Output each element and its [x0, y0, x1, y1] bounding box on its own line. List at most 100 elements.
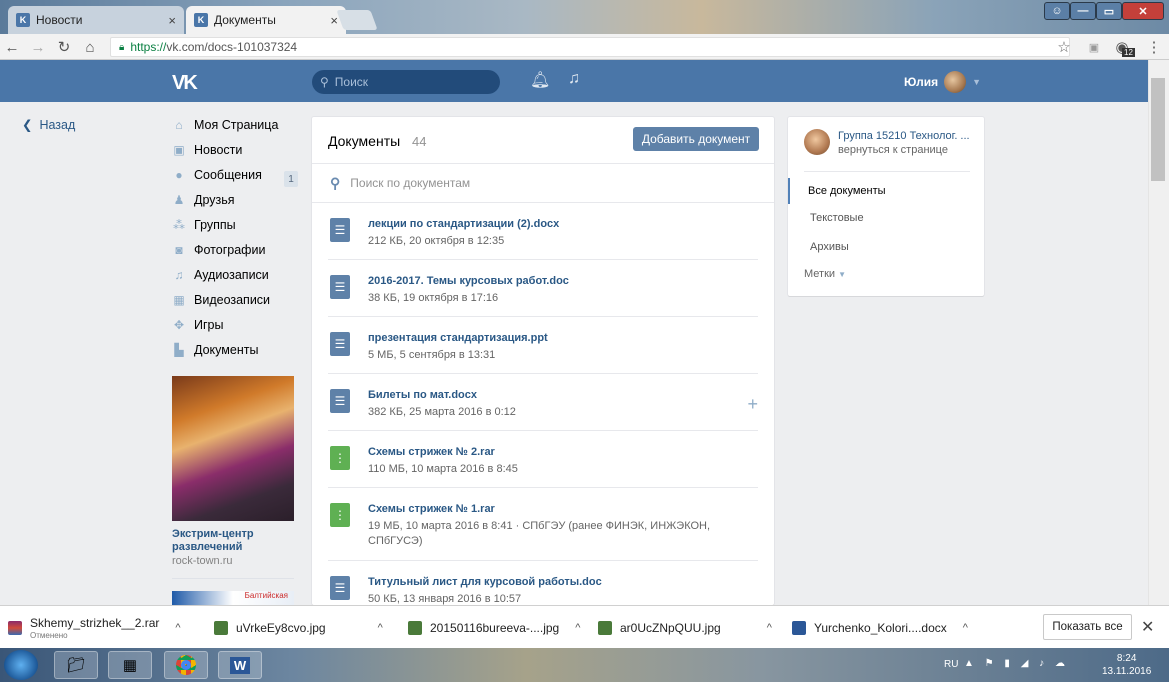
chevron-up-icon[interactable]: ^ — [767, 622, 772, 634]
sidebar-item-news[interactable]: ▣ Новости — [172, 143, 242, 157]
url-bar[interactable]: 🔒︎ https://vk.com/docs-101037324 — [110, 37, 1070, 57]
search-icon: ⚲ — [330, 174, 341, 191]
list-item[interactable]: ☰ Титульный лист для курсовой работы.doc… — [312, 561, 774, 605]
avatar[interactable] — [804, 129, 830, 155]
document-name[interactable]: 2016-2017. Темы курсовых работ.doc — [368, 275, 569, 287]
download-item[interactable]: uVrkeEy8cvo.jpg ^ — [214, 606, 383, 649]
back-link[interactable]: ❮ Назад — [22, 117, 75, 132]
download-item[interactable]: Yurchenko_Kolori....docx ^ — [792, 606, 968, 649]
ad-site[interactable]: rock-town.ru — [172, 555, 233, 567]
close-icon[interactable]: × — [330, 13, 338, 28]
document-name[interactable]: презентация стандартизация.ppt — [368, 332, 548, 344]
sidebar-item-audio[interactable]: ♫ Аудиозаписи — [172, 268, 269, 282]
document-meta: 38 КБ, 19 октября в 17:16 — [368, 292, 499, 304]
tab-news[interactable]: K Новости × — [8, 6, 184, 34]
sidebar-item-documents[interactable]: ▙ Документы — [172, 343, 258, 357]
home-button-icon[interactable]: ⌂ — [82, 38, 98, 56]
language-indicator[interactable]: RU — [944, 659, 958, 670]
media-icon[interactable]: ▦ — [108, 651, 152, 679]
new-tab-button[interactable] — [336, 10, 378, 30]
explorer-icon[interactable]: 📁︎ — [54, 651, 98, 679]
sidebar-item-messages[interactable]: ● Сообщения — [172, 168, 261, 182]
music-player-icon[interactable]: ♫ — [568, 70, 580, 88]
back-arrow-icon[interactable]: ← — [4, 38, 20, 56]
list-item[interactable]: ☰ презентация стандартизация.ppt 5 МБ, 5… — [312, 317, 774, 374]
ad-image[interactable] — [172, 376, 294, 521]
start-button[interactable] — [4, 650, 38, 680]
add-document-button[interactable]: Добавить документ — [633, 127, 759, 151]
close-icon[interactable]: ✕ — [1141, 617, 1154, 637]
address-toolbar: ← → ↻ ⌂ 🔒︎ https://vk.com/docs-101037324… — [0, 34, 1169, 60]
search-placeholder: Поиск по документам — [350, 176, 471, 190]
documents-count: 44 — [412, 134, 427, 149]
camera-icon: ◙ — [175, 243, 183, 257]
add-plus-icon[interactable]: + — [747, 394, 758, 415]
list-item[interactable]: ☰ Билеты по мат.docx 382 КБ, 25 марта 20… — [312, 374, 774, 431]
documents-search-input[interactable]: ⚲ Поиск по документам — [312, 163, 774, 203]
sidebar-item-photos[interactable]: ◙ Фотографии — [172, 243, 265, 257]
vk-search-input[interactable]: ⚲ Поиск — [312, 70, 500, 94]
show-all-downloads-button[interactable]: Показать все — [1043, 614, 1132, 640]
list-item[interactable]: ☰ лекции по стандартизации (2).docx 212 … — [312, 203, 774, 260]
tab-label: Документы — [214, 13, 276, 27]
document-name[interactable]: Схемы стрижек № 2.rar — [368, 446, 495, 458]
close-icon[interactable]: × — [168, 13, 176, 28]
reload-icon[interactable]: ↻ — [56, 38, 72, 56]
chevron-up-icon[interactable]: ^ — [575, 622, 580, 634]
chevron-up-icon[interactable]: ^ — [378, 622, 383, 634]
sidebar-item-video[interactable]: ▦ Видеозаписи — [172, 293, 270, 307]
download-item[interactable]: 20150116bureeva-....jpg ^ — [408, 606, 580, 649]
forward-arrow-icon[interactable]: → — [30, 38, 46, 56]
list-item[interactable]: ☰ 2016-2017. Темы курсовых работ.doc 38 … — [312, 260, 774, 317]
sidebar-item-my-page[interactable]: ⌂ Моя Страница — [172, 118, 278, 132]
vk-logo[interactable]: VK — [172, 72, 198, 95]
word-icon[interactable]: W — [218, 651, 262, 679]
document-name[interactable]: Билеты по мат.docx — [368, 389, 477, 401]
bookmark-star-icon[interactable]: ☆ — [1056, 38, 1072, 56]
document-name[interactable]: Титульный лист для курсовой работы.doc — [368, 576, 602, 588]
documents-panel: Документы 44 Добавить документ ⚲ Поиск п… — [312, 117, 774, 605]
maximize-button[interactable]: ▭ — [1096, 2, 1122, 20]
filter-text[interactable]: Текстовые — [788, 205, 984, 231]
ad2-banner[interactable]: Балтийская — [172, 591, 294, 605]
window-close-button[interactable]: ✕ — [1122, 2, 1164, 20]
group-back-link[interactable]: вернуться к странице — [838, 144, 948, 156]
menu-dots-icon[interactable]: ⋮ — [1146, 38, 1162, 56]
sidebar-item-label: Новости — [194, 143, 243, 157]
download-item[interactable]: Skhemy_strizhek__2.rar Отменено ^ — [8, 606, 181, 649]
search-icon: ⚲ — [320, 75, 329, 89]
scrollbar-thumb[interactable] — [1151, 78, 1165, 181]
sidebar-item-friends[interactable]: ♟ Друзья — [172, 193, 235, 207]
download-name: Yurchenko_Kolori....docx — [814, 620, 947, 635]
time: 8:24 — [1116, 653, 1137, 664]
document-name[interactable]: лекции по стандартизации (2).docx — [368, 218, 559, 230]
ad-title[interactable]: Экстрим-центр развлечений — [172, 528, 296, 554]
tags-dropdown[interactable]: Метки ▼ — [804, 268, 846, 280]
sidebar-item-games[interactable]: ✥ Игры — [172, 318, 224, 332]
chevron-up-icon[interactable]: ^ — [963, 622, 968, 634]
friends-icon: ♟ — [173, 193, 185, 207]
group-name-link[interactable]: Группа 15210 Технолог. ... — [838, 130, 978, 142]
filter-all-documents[interactable]: Все документы — [788, 178, 984, 204]
list-item[interactable]: ⋮ Схемы стрижек № 1.rar 19 МБ, 10 марта … — [312, 488, 774, 561]
tab-documents[interactable]: K Документы × — [186, 6, 346, 34]
user-menu[interactable]: Юлия ▼ — [904, 71, 981, 93]
chrome-icon[interactable] — [164, 651, 208, 679]
chevron-up-icon[interactable]: ^ — [175, 622, 180, 634]
filters-panel: Группа 15210 Технолог. ... вернуться к с… — [788, 117, 984, 296]
tab-label: Новости — [36, 13, 83, 27]
notifications-bell-icon[interactable]: 🔔︎ — [530, 70, 550, 90]
user-icon[interactable]: ☺ — [1044, 2, 1070, 20]
sidebar-item-groups[interactable]: ⁂ Группы — [172, 218, 236, 232]
document-name[interactable]: Схемы стрижек № 1.rar — [368, 503, 495, 515]
system-tray-icons[interactable]: ▲ ⚑ ▮ ◢ ♪ ☁ — [964, 658, 1069, 669]
minimize-button[interactable]: — — [1070, 2, 1096, 20]
filter-archives[interactable]: Архивы — [788, 234, 984, 260]
archive-file-icon — [8, 620, 22, 635]
sidebar-item-label: Фотографии — [194, 243, 266, 257]
extension-icon[interactable]: ▣ — [1086, 38, 1102, 56]
download-item[interactable]: ar0UcZNpQUU.jpg ^ — [598, 606, 772, 649]
image-file-icon — [408, 620, 422, 635]
list-item[interactable]: ⋮ Схемы стрижек № 2.rar 110 МБ, 10 марта… — [312, 431, 774, 488]
clock[interactable]: 8:24 13.11.2016 — [1102, 652, 1151, 678]
